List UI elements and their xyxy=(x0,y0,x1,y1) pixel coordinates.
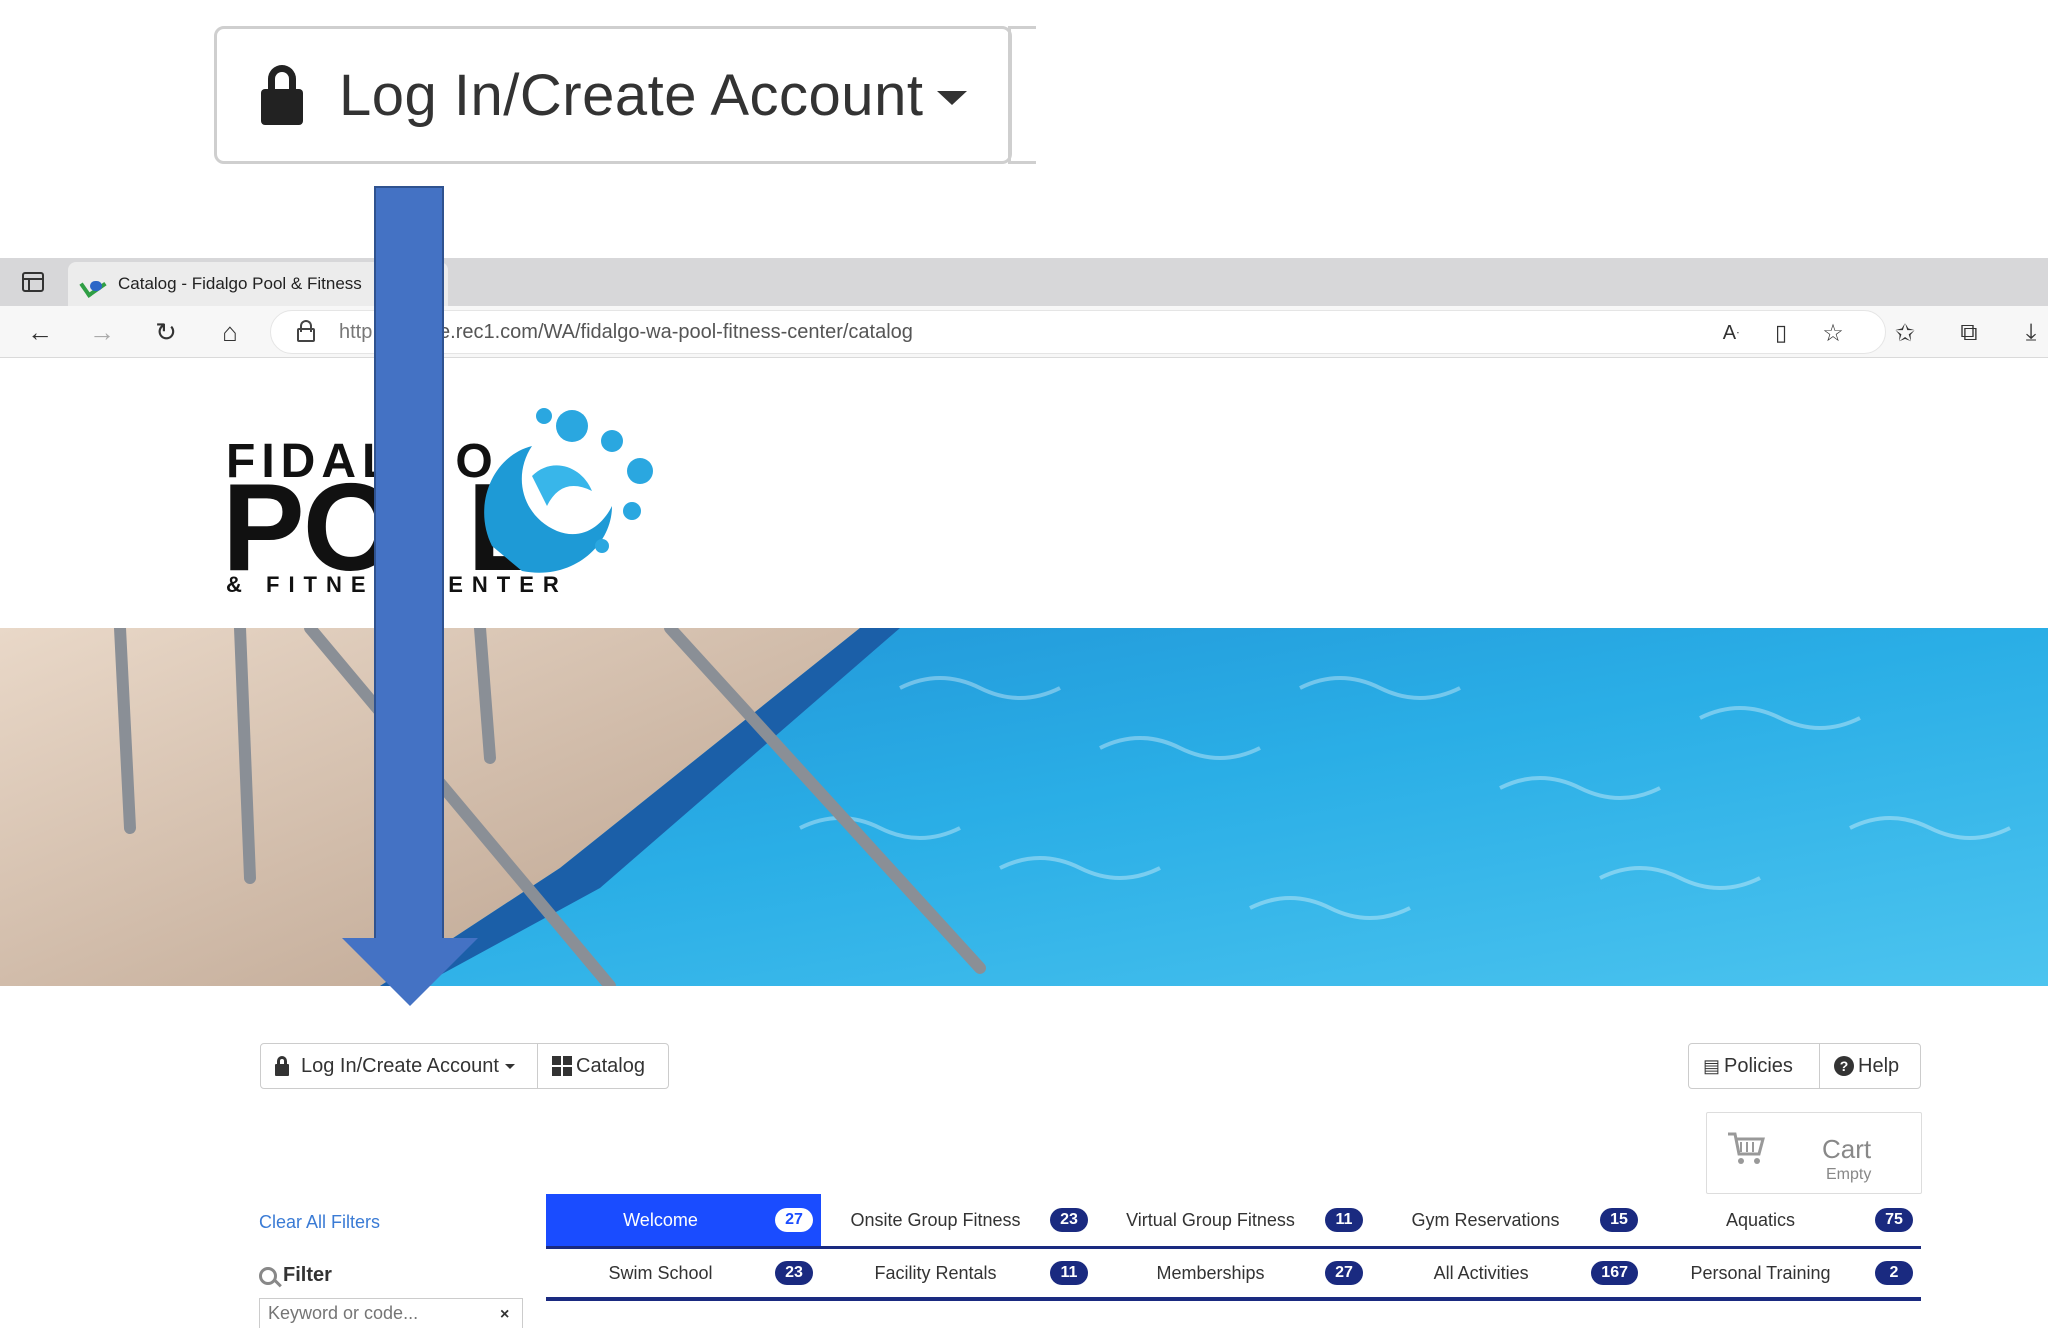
home-icon[interactable]: ⌂ xyxy=(210,312,250,352)
catalog-label: Catalog xyxy=(576,1054,645,1077)
category-tab-personal-training[interactable]: Personal Training 2 xyxy=(1646,1249,1921,1297)
category-tab-onsite-group-fitness[interactable]: Onsite Group Fitness 23 xyxy=(821,1194,1096,1246)
add-favorite-icon[interactable]: ☆ xyxy=(1816,316,1850,350)
category-label: Gym Reservations xyxy=(1411,1209,1560,1230)
category-label: Welcome xyxy=(623,1209,698,1230)
login-button-callout: Log In/Create Account xyxy=(214,26,1012,164)
cart-label: Cart xyxy=(1822,1134,1872,1164)
category-tab-virtual-group-fitness[interactable]: Virtual Group Fitness 11 xyxy=(1096,1194,1371,1246)
pointer-arrow-head xyxy=(342,938,478,1006)
tab-row-divider xyxy=(546,1297,1921,1301)
address-bar[interactable]: http re.rec1.com/WA/fidalgo-wa-pool-fitn… xyxy=(270,310,1886,354)
login-create-account-button[interactable]: Log In/Create Account xyxy=(260,1043,538,1089)
help-button[interactable]: ? Help xyxy=(1819,1043,1921,1089)
sidebar-toggle-icon[interactable] xyxy=(22,272,44,292)
policies-icon: ▤ xyxy=(1703,1055,1721,1076)
category-label: Onsite Group Fitness xyxy=(850,1209,1021,1230)
category-label: Aquatics xyxy=(1725,1209,1796,1230)
grid-icon xyxy=(552,1056,572,1076)
cart-status: Empty xyxy=(1826,1166,1872,1183)
favorites-icon[interactable]: ✩ xyxy=(1888,316,1922,350)
category-label: All Activities xyxy=(1433,1262,1529,1283)
favicon-icon xyxy=(82,275,106,293)
read-aloud-icon[interactable]: Aᐧ xyxy=(1714,316,1748,350)
collections-icon[interactable]: ⧉ xyxy=(1952,316,1986,350)
category-label: Swim School xyxy=(608,1262,713,1283)
category-tab-aquatics[interactable]: Aquatics 75 xyxy=(1646,1194,1921,1246)
callout-login-label: Log In/Create Account xyxy=(339,62,924,128)
category-label: Facility Rentals xyxy=(874,1262,997,1283)
login-label: Log In/Create Account xyxy=(301,1054,499,1077)
refresh-icon[interactable]: ↻ xyxy=(146,312,186,352)
search-icon xyxy=(259,1266,277,1285)
pointer-arrow xyxy=(374,186,444,942)
count-badge: 11 xyxy=(1050,1261,1088,1285)
caret-down-icon xyxy=(504,1063,515,1069)
url-text: re.rec1.com/WA/fidalgo-wa-pool-fitness-c… xyxy=(432,320,913,343)
count-badge: 23 xyxy=(1050,1208,1088,1232)
site-info-icon[interactable] xyxy=(296,320,316,342)
close-icon[interactable]: × xyxy=(500,1306,509,1324)
filter-label: Filter xyxy=(283,1264,332,1286)
category-tab-swim-school[interactable]: Swim School 23 xyxy=(546,1249,821,1297)
water-splash-logo xyxy=(484,408,653,573)
category-label: Memberships xyxy=(1156,1262,1265,1283)
filter-heading: Filter xyxy=(259,1264,332,1287)
keyword-search-input[interactable] xyxy=(259,1298,523,1328)
count-badge: 75 xyxy=(1875,1208,1913,1232)
count-badge: 11 xyxy=(1325,1208,1363,1232)
lock-icon xyxy=(261,65,303,125)
category-label: Personal Training xyxy=(1690,1262,1831,1283)
catalog-button[interactable]: Catalog xyxy=(537,1043,669,1089)
pool-hero-image xyxy=(0,628,2048,986)
back-icon[interactable]: ← xyxy=(20,312,60,352)
tab-title: Catalog - Fidalgo Pool & Fitness xyxy=(118,274,362,293)
caret-down-icon xyxy=(937,91,968,105)
count-badge: 27 xyxy=(1325,1261,1363,1285)
url-prefix: http xyxy=(339,320,373,343)
forward-icon[interactable]: → xyxy=(82,312,122,352)
category-tab-facility-rentals[interactable]: Facility Rentals 11 xyxy=(821,1249,1096,1297)
clear-all-filters-link[interactable]: Clear All Filters xyxy=(259,1212,380,1233)
category-tab-welcome[interactable]: Welcome 27 xyxy=(546,1194,821,1246)
policies-label: Policies xyxy=(1724,1054,1793,1077)
category-label: Virtual Group Fitness xyxy=(1126,1209,1295,1230)
help-icon: ? xyxy=(1834,1056,1854,1076)
help-label: Help xyxy=(1858,1054,1900,1077)
callout-adjacent-button-edge xyxy=(1008,26,1036,164)
count-badge: 15 xyxy=(1600,1208,1638,1232)
reader-view-icon[interactable]: ▯ xyxy=(1764,316,1798,350)
category-tab-all-activities[interactable]: All Activities 167 xyxy=(1371,1249,1646,1297)
count-badge: 167 xyxy=(1591,1261,1638,1285)
cart-icon xyxy=(1728,1132,1765,1164)
policies-button[interactable]: ▤ Policies xyxy=(1688,1043,1820,1089)
category-tab-memberships[interactable]: Memberships 27 xyxy=(1096,1249,1371,1297)
category-tab-gym-reservations[interactable]: Gym Reservations 15 xyxy=(1371,1194,1646,1246)
count-badge: 23 xyxy=(775,1261,813,1285)
download-icon[interactable]: ⤓ xyxy=(2014,316,2048,350)
lock-icon xyxy=(275,1056,289,1076)
count-badge: 27 xyxy=(775,1208,813,1232)
count-badge: 2 xyxy=(1875,1261,1913,1285)
